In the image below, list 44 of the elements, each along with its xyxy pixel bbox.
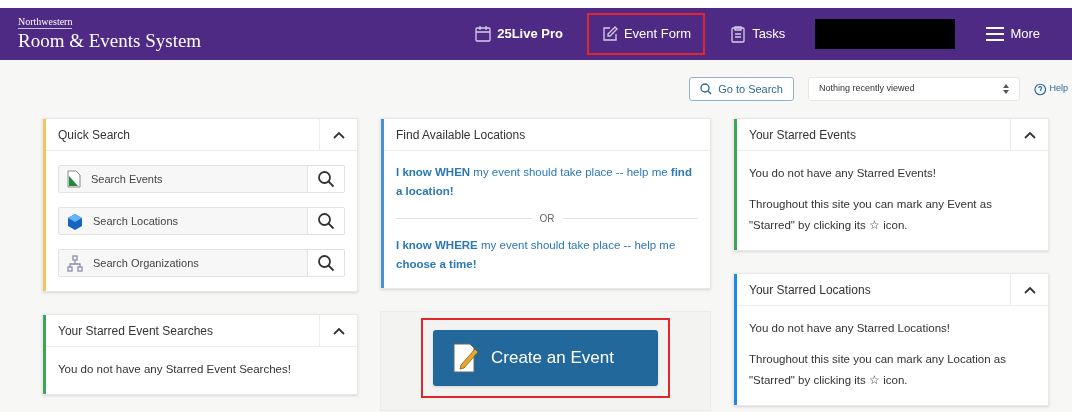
panel-title: Your Starred Locations	[748, 281, 872, 299]
search-field[interactable]: Search Locations	[59, 208, 308, 234]
edit-icon	[600, 25, 619, 43]
nav-link[interactable]: Event Form	[586, 13, 706, 55]
hierarchy-icon	[67, 254, 83, 272]
panel-message: You do not have any Starred Event Searches!	[58, 362, 292, 377]
chevron-up-icon	[1023, 130, 1036, 139]
panel-message: You do not have any Starred Locations!	[749, 321, 951, 336]
panel-title: Quick Search	[57, 126, 132, 144]
nav-link[interactable]: More	[971, 13, 1054, 55]
recent-select[interactable]: Nothing recently viewed	[808, 77, 1020, 101]
find-option-link[interactable]: I know WHERE my event should take place -- help me choose a time!	[396, 236, 698, 274]
find-option-link[interactable]: I know WHEN my event should take place -- help me find a location!	[396, 163, 698, 201]
chevron-up-icon	[332, 130, 345, 139]
calendar-icon	[474, 25, 493, 43]
note-pencil-icon	[453, 343, 479, 373]
chevron-up-icon	[1023, 285, 1036, 294]
help-link[interactable]: Help	[1034, 82, 1068, 96]
document-icon	[67, 170, 81, 188]
panel-message: You do not have any Starred Events!	[749, 166, 937, 181]
divider-label: OR	[539, 212, 555, 226]
cube-icon	[67, 212, 83, 230]
help-icon	[1034, 82, 1047, 96]
panel-title: Your Starred Event Searches	[57, 322, 214, 340]
panel-title: Find Available Locations	[395, 126, 527, 144]
nav-link[interactable]: Tasks	[715, 13, 800, 55]
search-field[interactable]: Search Events	[59, 166, 308, 192]
go-to-search-button[interactable]: Go to Search	[689, 77, 794, 101]
sort-arrows-icon	[1003, 84, 1009, 94]
search-field[interactable]: Search Organizations	[59, 250, 308, 276]
clipboard-icon	[729, 25, 748, 43]
menu-icon	[985, 26, 1006, 42]
create-event-button[interactable]: Create an Event	[433, 330, 658, 386]
app-title: Room & Events System	[18, 28, 202, 53]
chevron-up-icon	[332, 326, 345, 335]
nav-link[interactable]: 25Live Pro	[460, 13, 577, 55]
search-icon	[700, 83, 713, 95]
panel-message: Throughout this site you can mark any Event as "Starred" by clicking its ☆ icon.	[749, 197, 993, 233]
panel-message: Throughout this site you can mark any Location as "Starred" by clicking its ☆ icon.	[749, 352, 1007, 388]
panel-title: Your Starred Events	[748, 126, 857, 144]
search-icon	[317, 254, 335, 272]
search-icon	[317, 212, 335, 230]
search-icon	[317, 170, 335, 188]
org-name: Northwestern	[18, 15, 73, 29]
